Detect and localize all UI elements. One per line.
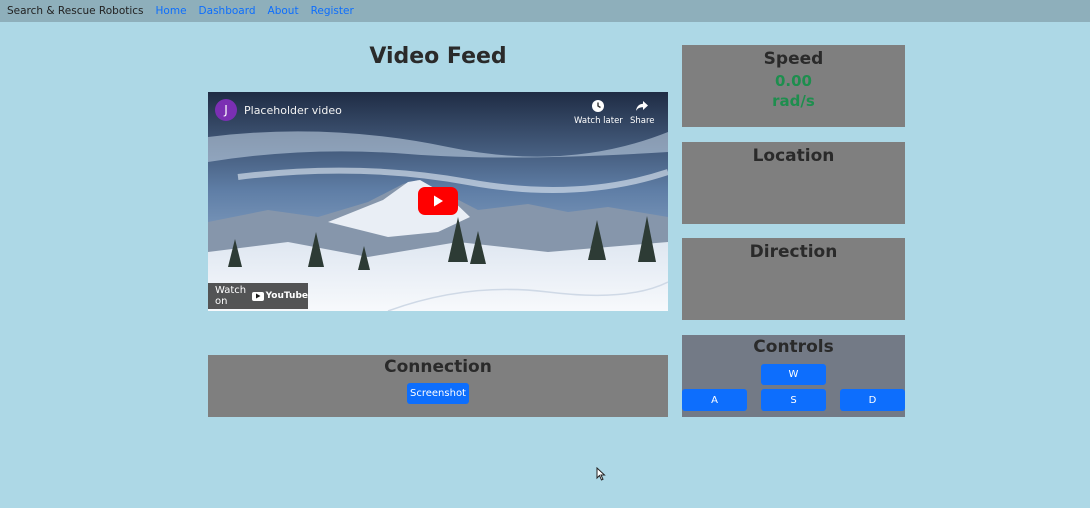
watch-later-label: Watch later [574,116,623,126]
play-icon [434,195,443,207]
share-icon [636,101,649,111]
nav-about[interactable]: About [268,5,299,17]
mouse-cursor-icon [596,467,606,481]
speed-unit: rad/s [772,92,815,110]
watch-on-youtube[interactable]: Watch on YouTube [208,283,308,309]
nav-dashboard[interactable]: Dashboard [199,5,256,17]
brand[interactable]: Search & Rescue Robotics [7,5,144,17]
controls-panel: Controls W A S D [682,335,905,417]
video-player[interactable]: J Placeholder video Watch later Share Wa… [208,92,668,311]
share-label: Share [630,116,655,126]
back-s-button[interactable]: S [761,389,826,411]
speed-value: 0.00 [774,72,812,90]
forward-w-button[interactable]: W [761,364,826,385]
controls-heading: Controls [753,337,834,357]
nav-register[interactable]: Register [311,5,354,17]
youtube-wordmark: YouTube [265,291,308,301]
video-feed-title: Video Feed [369,44,507,69]
direction-heading: Direction [749,242,838,262]
connection-panel: Connection Screenshot [208,355,668,417]
play-button[interactable] [418,187,458,215]
youtube-logo: YouTube [251,291,308,301]
channel-avatar[interactable]: J [215,99,237,121]
left-a-button[interactable]: A [682,389,747,411]
right-d-button[interactable]: D [840,389,905,411]
video-title[interactable]: Placeholder video [244,104,342,117]
speed-heading: Speed [763,49,824,69]
connection-heading: Connection [384,357,492,377]
direction-panel: Direction [682,238,905,320]
watch-on-label: Watch on [215,285,247,307]
speed-panel: Speed 0.00 rad/s [682,45,905,127]
nav-home[interactable]: Home [156,5,187,17]
watch-later-button[interactable]: Watch later [574,99,623,126]
share-button[interactable]: Share [630,99,655,126]
location-panel: Location [682,142,905,224]
clock-icon [592,100,605,112]
location-heading: Location [752,146,835,166]
navbar: Search & Rescue Robotics Home Dashboard … [0,0,1090,22]
screenshot-button[interactable]: Screenshot [407,383,469,404]
youtube-play-icon [251,291,264,301]
